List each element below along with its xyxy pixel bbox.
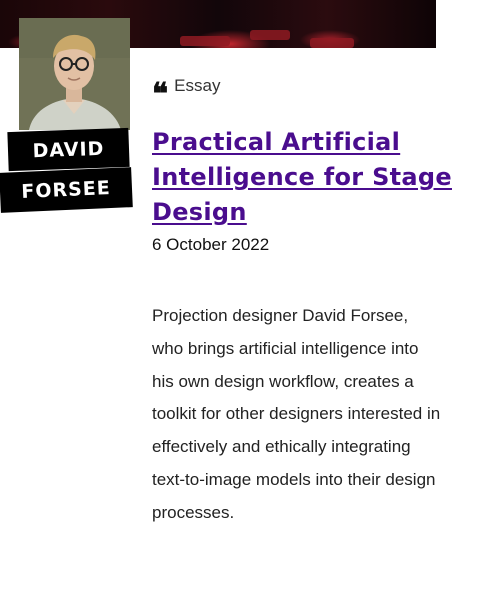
theater-seat-shape bbox=[310, 38, 354, 48]
theater-seat-shape bbox=[180, 36, 230, 46]
article-summary: Projection designer David Forsee, who br… bbox=[152, 306, 441, 522]
theater-seat-shape bbox=[250, 30, 290, 40]
author-first-name: DAVID bbox=[7, 127, 130, 172]
article-title-link[interactable]: Practical Artificial Intelligence for St… bbox=[152, 125, 452, 230]
category-label: ❝ Essay bbox=[152, 72, 221, 112]
author-portrait[interactable] bbox=[19, 18, 130, 130]
category-text: Essay bbox=[174, 76, 221, 95]
author-last-name: FORSEE bbox=[0, 167, 133, 213]
quote-icon: ❝ bbox=[152, 77, 169, 112]
article-date: 6 October 2022 bbox=[152, 235, 270, 254]
portrait-illustration bbox=[19, 18, 130, 130]
